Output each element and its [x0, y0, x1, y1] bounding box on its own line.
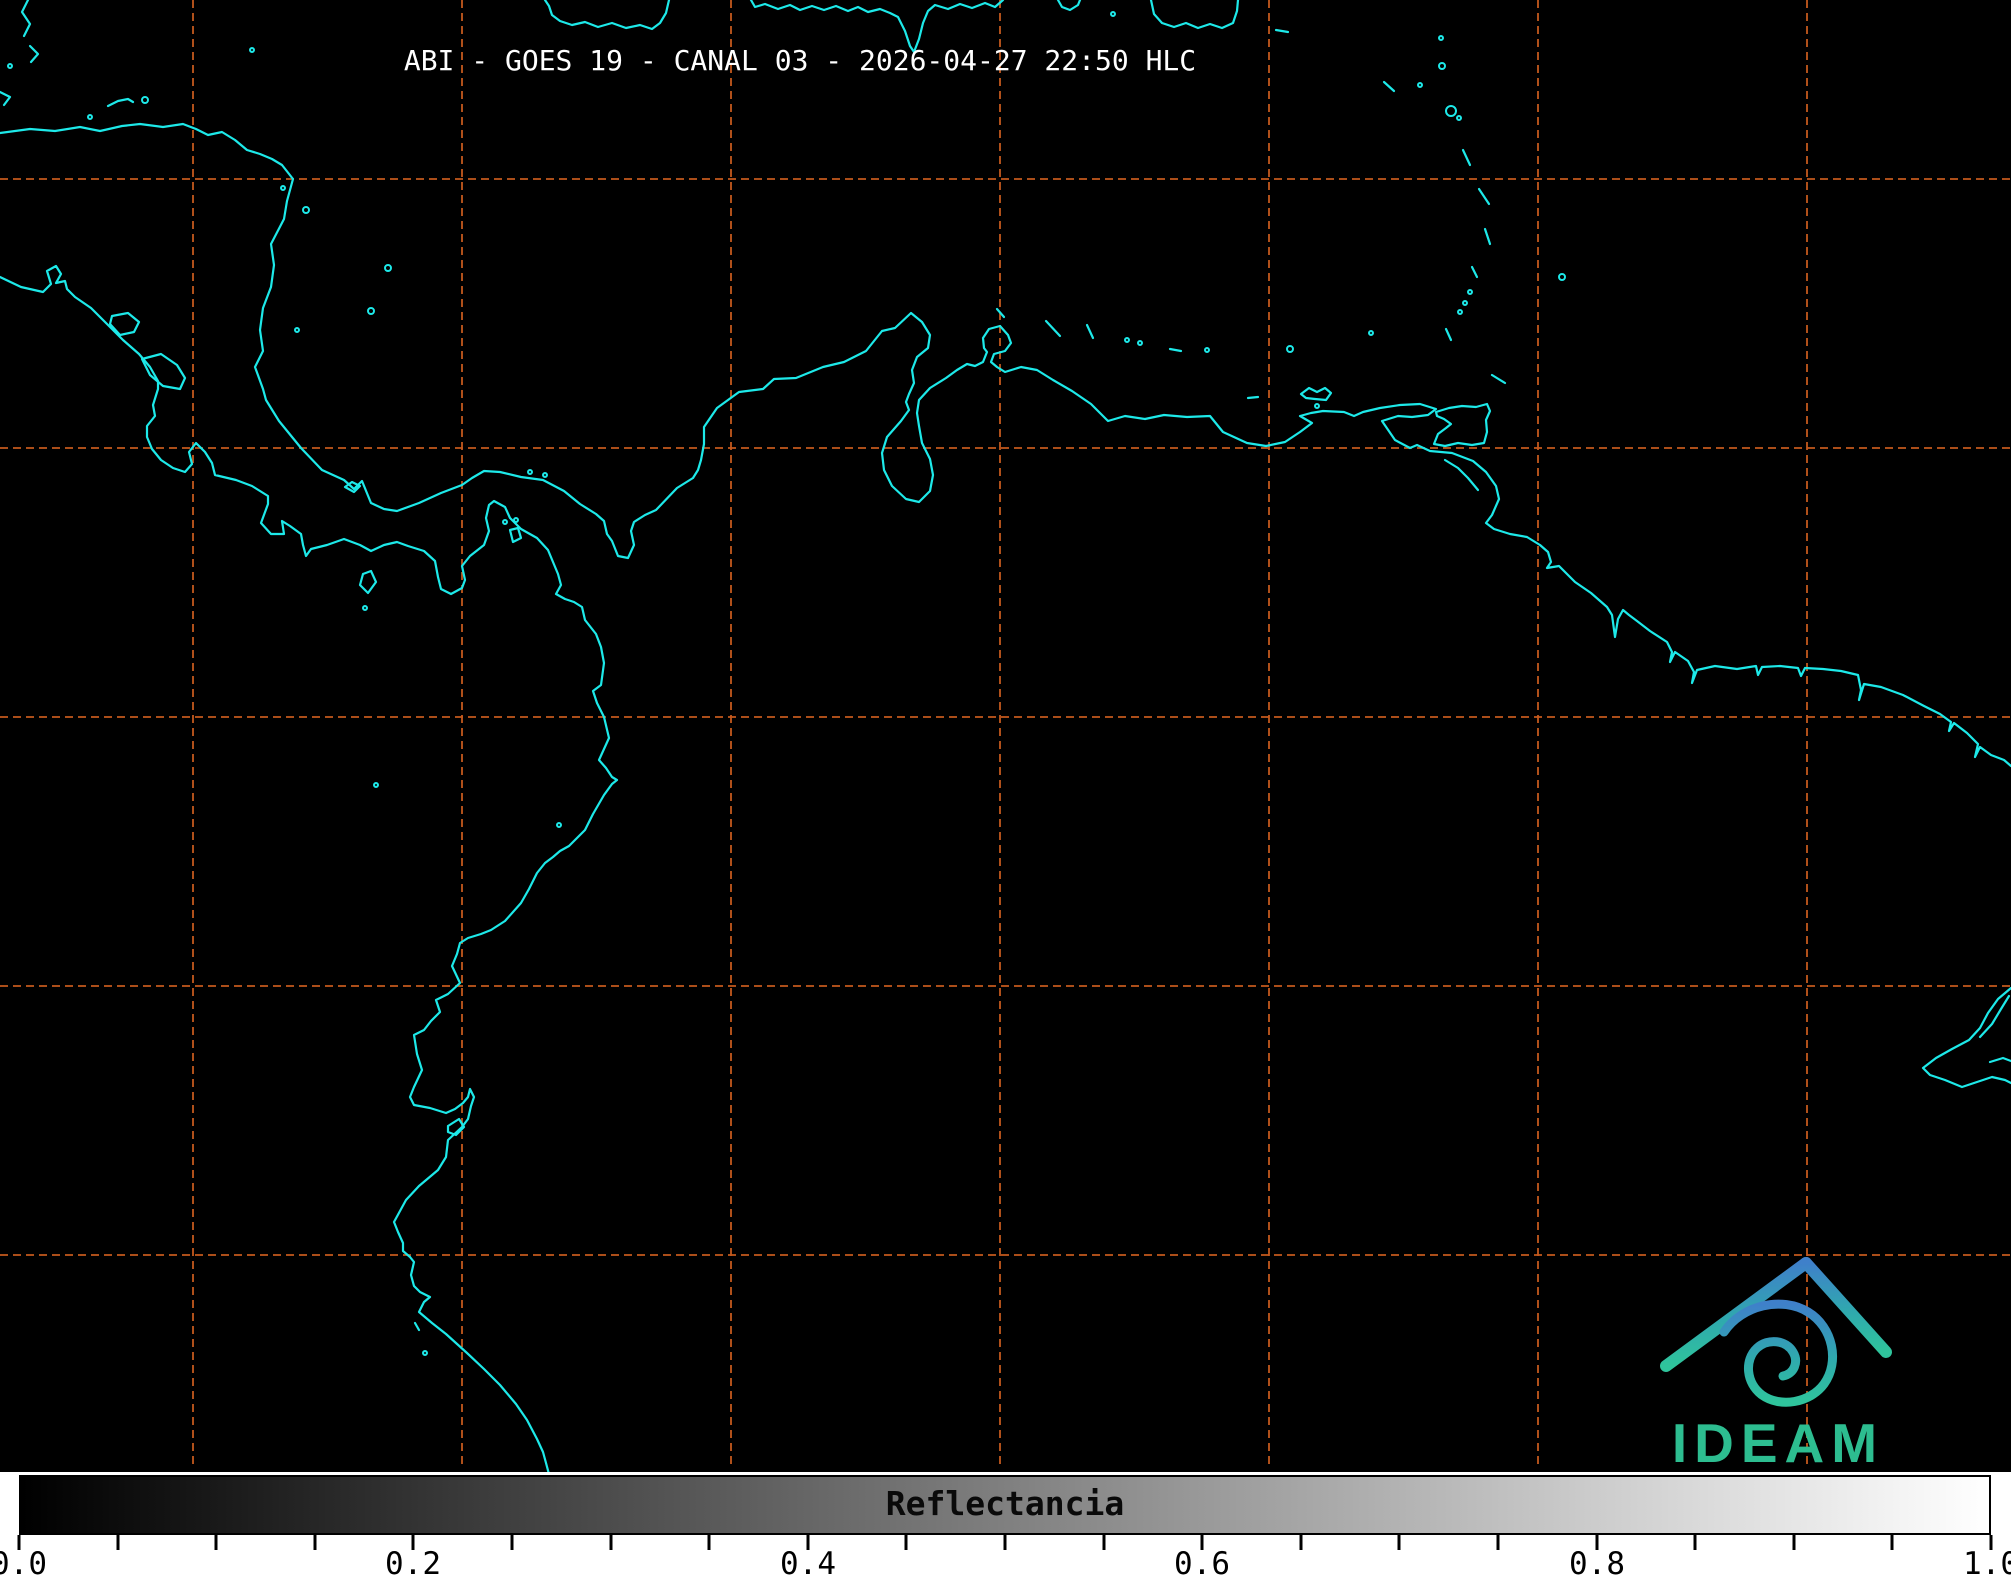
colorbar-tick-label: 0.2	[385, 1550, 441, 1577]
colorbar-band: Reflectancia 0.0 0.2 0.4 0.6 0.8 1.0	[0, 1472, 2011, 1577]
colorbar-tick	[905, 1535, 908, 1550]
satellite-map-canvas: ABI - GOES 19 - CANAL 03 - 2026-04-27 22…	[0, 0, 2011, 1472]
hurricane-swirl-icon	[1724, 1304, 1833, 1402]
colorbar-tick	[1299, 1535, 1302, 1550]
colorbar-tick	[313, 1535, 316, 1550]
colorbar-ticks	[19, 1535, 1991, 1551]
colorbar-tick	[215, 1535, 218, 1550]
colorbar-tick	[511, 1535, 514, 1550]
logo-text: IDEAM	[1672, 1412, 1884, 1474]
colorbar-tick	[609, 1535, 612, 1550]
colorbar-tick-label: 0.0	[0, 1550, 47, 1577]
colorbar-tick	[1398, 1535, 1401, 1550]
colorbar-tick	[1497, 1535, 1500, 1550]
colorbar-gradient: Reflectancia	[19, 1475, 1991, 1535]
satellite-image-figure: ABI - GOES 19 - CANAL 03 - 2026-04-27 22…	[0, 0, 2011, 1577]
colorbar-tick	[1792, 1535, 1795, 1550]
ideam-logo: IDEAM	[1645, 1240, 1935, 1490]
colorbar-tick	[116, 1535, 119, 1550]
colorbar-tick-label: 1.0	[1963, 1550, 2011, 1577]
colorbar-tick	[1891, 1535, 1894, 1550]
image-title: ABI - GOES 19 - CANAL 03 - 2026-04-27 22…	[404, 44, 1196, 77]
colorbar-tick-label: 0.4	[780, 1550, 836, 1577]
colorbar-label: Reflectancia	[886, 1484, 1124, 1523]
colorbar-tick-label: 0.6	[1174, 1550, 1230, 1577]
colorbar-tick	[708, 1535, 711, 1550]
colorbar-tick-label: 0.8	[1569, 1550, 1625, 1577]
mountain-icon	[1666, 1263, 1886, 1366]
colorbar-tick	[1694, 1535, 1697, 1550]
colorbar-tick	[1102, 1535, 1105, 1550]
colorbar-tick	[1004, 1535, 1007, 1550]
